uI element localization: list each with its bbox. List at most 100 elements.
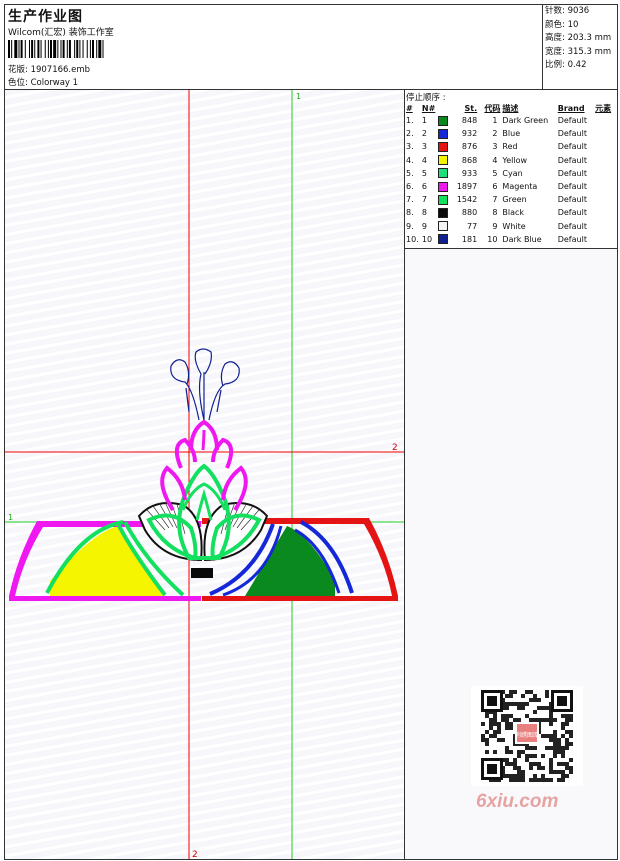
color-swatch-cell [437,220,451,233]
cell-elements [594,167,617,180]
table-row: 2. 2 932 2 Blue Default [405,127,617,140]
color-swatch-cell [437,154,451,167]
cell-n: 9 [421,221,427,231]
cell-idx: 3. [406,142,414,152]
cell-code: 3 [492,142,498,152]
color-swatch-cell [437,167,451,180]
cell-idx: 7. [406,195,414,205]
cell-n: 1 [421,116,427,126]
cell-n: 5 [421,168,427,178]
cell-code: 9 [492,221,498,231]
color-swatch-cell [437,114,451,127]
cell-idx: 8. [406,208,414,218]
header: 生产作业图 Wilcom(汇宏) 装饰工作室 花版: 1907166.emb 色… [5,5,617,90]
color-count: 颜色: 10 [545,19,579,30]
cell-code: 8 [492,208,498,218]
black-base [191,568,213,578]
cell-elements [594,154,617,167]
table-row: 5. 5 933 5 Cyan Default [405,167,617,180]
cell-idx: 5. [406,168,414,178]
cell-n: 3 [421,142,427,152]
color-swatch-cell [437,127,451,140]
cell-n: 8 [421,208,427,218]
stitch-count: 针数: 9036 [545,6,590,16]
color-swatch [437,115,448,126]
cell-elements [594,193,617,206]
cell-desc: Cyan [502,168,523,178]
cell-desc: Dark Blue [502,234,542,244]
design-height: 高度: 203.3 mm [545,33,612,43]
color-swatch-cell [437,140,451,153]
cell-brand: Default [557,155,587,165]
cell-desc: Green [502,195,527,205]
color-swatch [437,168,448,179]
cell-code: 5 [492,168,498,178]
table-row: 1. 1 848 1 Dark Green Default [405,114,617,127]
cell-st: 1897 [456,182,478,192]
cell-brand: Default [557,129,587,139]
cell-code: 4 [492,155,498,165]
cell-brand: Default [557,142,587,152]
cell-n: 7 [421,195,427,205]
cell-st: 868 [461,155,478,165]
cell-desc: Blue [502,129,521,139]
cell-idx: 4. [406,155,414,165]
cell-brand: Default [557,234,587,244]
design-width: 宽度: 315.3 mm [545,46,612,57]
guide-label-right: 2 [392,443,398,453]
color-swatch [437,207,448,218]
table-row: 7. 7 1542 7 Green Default [405,193,617,206]
cell-elements [594,140,617,153]
column-header: Brand [557,103,585,113]
column-header: 元素 [595,103,612,113]
cell-n: 2 [421,129,427,139]
color-swatch [437,181,448,192]
cell-elements [594,180,617,193]
color-swatch-cell [437,233,451,246]
column-header: 描述 [502,103,519,113]
stop-sequence: 停止顺序 : # N# St. 代码 描述 Brand 元素 1. 1 848 1 Da… [405,90,617,249]
cell-brand: Default [557,182,587,192]
colorway: 色位: Colorway 1 [8,78,79,88]
table-header-row: # N# St. 代码 描述 Brand 元素 [405,102,617,114]
color-swatch [437,221,448,232]
cell-brand: Default [557,168,587,178]
table-row: 9. 9 77 9 White Default [405,220,617,233]
color-swatch [437,128,448,139]
cell-brand: Default [557,208,587,218]
cell-n: 4 [421,155,427,165]
cell-code: 2 [492,129,498,139]
cell-n: 10 [421,234,433,244]
cell-st: 1542 [456,195,478,205]
cell-idx: 10. [406,234,419,244]
production-sheet: 生产作业图 Wilcom(汇宏) 装饰工作室 花版: 1907166.emb 色… [4,4,618,860]
design-scale: 比例: 0.42 [545,60,587,70]
cell-elements [594,114,617,127]
column-header: St. [464,103,478,113]
cell-code: 1 [492,116,498,126]
cell-code: 10 [487,234,498,244]
cell-brand: Default [557,116,587,126]
guide-label-left: 1 [8,513,13,522]
cell-elements [594,233,617,246]
design-file: 花版: 1907166.emb [8,65,91,75]
cell-st: 77 [466,221,478,231]
color-swatch [437,194,448,205]
cell-st: 876 [461,142,478,152]
cell-elements [594,127,617,140]
cell-desc: Magenta [502,182,538,192]
color-swatch [437,234,448,245]
cell-st: 933 [461,168,478,178]
design-canvas: 1 2 1 2 [5,90,405,859]
cell-st: 181 [461,234,478,244]
cell-st: 932 [461,129,478,139]
side-panel: 停止顺序 : # N# St. 代码 描述 Brand 元素 1. 1 848 1 Da… [405,90,617,859]
cell-brand: Default [557,221,587,231]
design-stats: 针数: 9036 颜色: 10 高度: 203.3 mm 宽度: 315.3 m… [542,5,618,89]
color-swatch [437,141,448,152]
cell-st: 848 [461,116,478,126]
cell-st: 880 [461,208,478,218]
color-swatch-cell [437,180,451,193]
table-row: 8. 8 880 8 Black Default [405,206,617,219]
qr-code: 刺绣图库 [471,686,583,786]
